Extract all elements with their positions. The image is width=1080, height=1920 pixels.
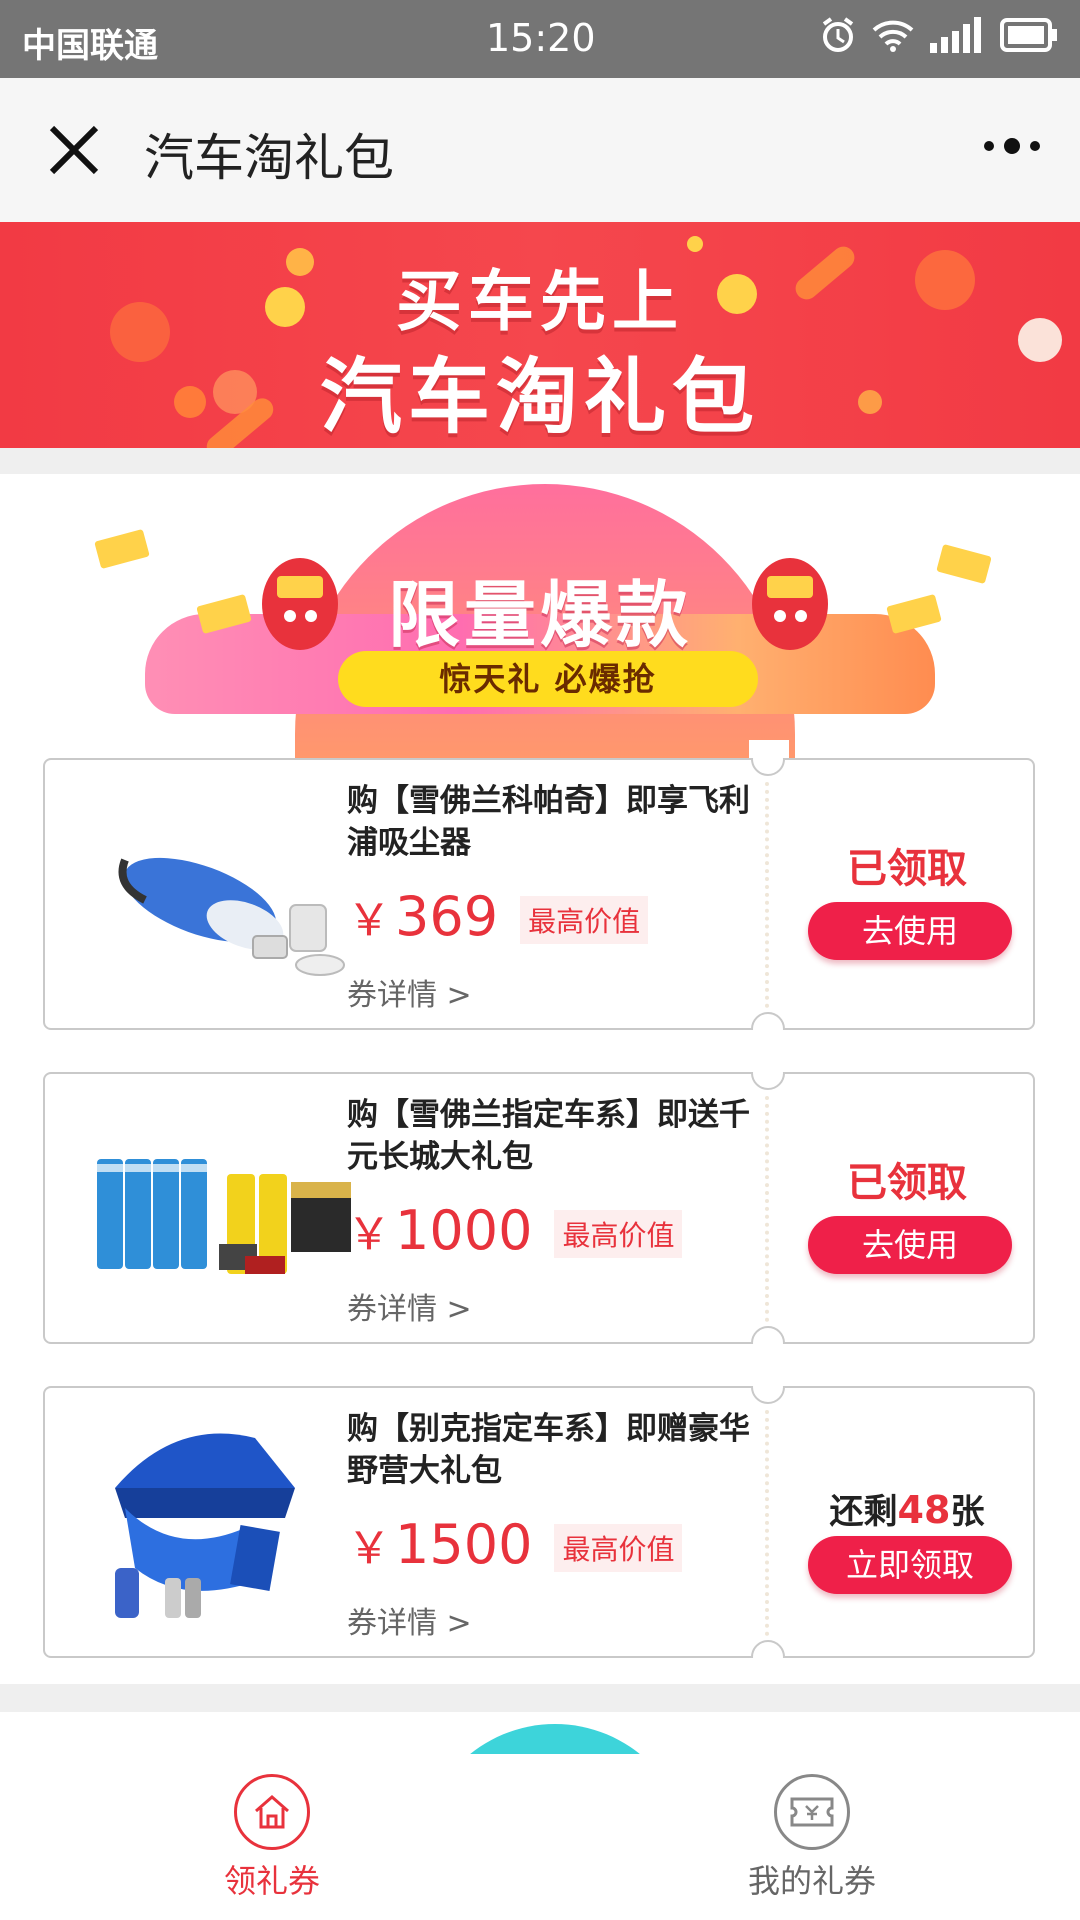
coupon-notch (749, 1012, 789, 1048)
max-value-tag: 最高价值 (554, 1524, 683, 1573)
status-bar: 中国联通 15:20 (0, 0, 1080, 78)
tab-claim-coupons[interactable]: 领礼券 (172, 1774, 372, 1902)
home-icon (234, 1774, 310, 1850)
coupon-detail-link[interactable]: 券详情 > (347, 1284, 472, 1328)
car-care-kit-image (97, 1159, 351, 1274)
claimed-status: 已领取 (847, 1160, 967, 1206)
price-value: 369 (395, 885, 499, 948)
max-value-tag: 最高价值 (520, 896, 649, 945)
claimed-status: 已领取 (847, 846, 967, 892)
tab-label: 领礼券 (223, 1862, 320, 1900)
money-note-icon (94, 529, 150, 569)
use-coupon-button[interactable]: 去使用 (808, 902, 1012, 960)
coupon-title: 购【雪佛兰科帕奇】即享飞利浦吸尘器 (347, 783, 750, 861)
tab-my-coupons[interactable]: 我的礼券 (712, 1774, 912, 1902)
clock-time: 15:20 (486, 16, 596, 60)
coupon-notch (749, 1368, 789, 1404)
close-icon[interactable] (46, 122, 102, 178)
coupon-title: 购【别克指定车系】即赠豪华野营大礼包 (347, 1411, 750, 1489)
promo-subtitle: 惊天礼 必爆抢 (338, 651, 758, 707)
ticket-icon (774, 1774, 850, 1850)
banner-line-2: 汽车淘礼包 (319, 350, 760, 445)
coupon-divider (765, 782, 769, 1008)
remaining-count: 还剩48张 (797, 1484, 1017, 1533)
currency-symbol: ￥ (347, 895, 391, 946)
max-value-tag: 最高价值 (554, 1210, 683, 1259)
vacuum-cleaner-image (118, 857, 345, 976)
page-title: 汽车淘礼包 (144, 129, 394, 187)
coupon-divider (765, 1410, 769, 1636)
coupon-card[interactable]: 购【别克指定车系】即赠豪华野营大礼包 ￥1500 最高价值 券详情 > 还剩48张… (43, 1368, 1035, 1676)
section-gap (0, 448, 1080, 474)
nav-bar: 汽车淘礼包 (0, 78, 1080, 222)
more-menu-icon[interactable] (984, 138, 1040, 154)
coupon-price: ￥369 最高价值 (347, 884, 649, 948)
money-note-icon (936, 544, 992, 584)
battery-icon (1000, 18, 1057, 52)
wifi-icon (872, 20, 914, 52)
coupon-card[interactable]: 购【雪佛兰指定车系】即送千元长城大礼包 ￥1000 最高价值 券详情 > 已领取 … (43, 1054, 1035, 1362)
coupon-notch (749, 740, 789, 776)
coupon-notch (749, 1326, 789, 1362)
currency-symbol: ￥ (347, 1523, 391, 1574)
price-value: 1500 (395, 1513, 533, 1576)
coupon-section: 限量爆款 惊天礼 必爆抢 购【雪佛兰科帕奇】即享飞利浦吸尘器 ￥369 最高价值 … (0, 474, 1080, 1684)
alarm-icon (822, 17, 854, 52)
coupon-price: ￥1500 最高价值 (347, 1512, 683, 1576)
remaining-number: 48 (897, 1488, 951, 1532)
coupon-card[interactable]: 购【雪佛兰科帕奇】即享飞利浦吸尘器 ￥369 最高价值 券详情 > 已领取 去使用 (43, 740, 1035, 1048)
bottom-tab-bar: 领礼券 我的礼券 (0, 1712, 1080, 1920)
price-value: 1000 (395, 1199, 533, 1262)
status-icons (820, 16, 1058, 54)
coupon-price: ￥1000 最高价值 (347, 1198, 683, 1262)
use-coupon-button[interactable]: 去使用 (808, 1216, 1012, 1274)
coupon-divider (765, 1096, 769, 1322)
signal-icon (930, 17, 981, 53)
coupon-notch (749, 1054, 789, 1090)
camping-tent-image (115, 1433, 295, 1618)
section-gap (0, 1684, 1080, 1712)
promo-header: 限量爆款 惊天礼 必爆抢 (94, 484, 992, 794)
coupon-title: 购【雪佛兰指定车系】即送千元长城大礼包 (347, 1097, 750, 1175)
promo-title: 限量爆款 (387, 573, 692, 657)
remaining-suffix: 张 (950, 1492, 985, 1532)
remaining-prefix: 还剩 (829, 1492, 898, 1532)
coupon-detail-link[interactable]: 券详情 > (347, 970, 472, 1014)
currency-symbol: ￥ (347, 1209, 391, 1260)
tab-label: 我的礼券 (747, 1862, 876, 1900)
coupon-notch (749, 1640, 789, 1676)
hero-banner[interactable]: 买车先上 汽车淘礼包 (0, 222, 1080, 448)
claim-now-button[interactable]: 立即领取 (808, 1536, 1012, 1594)
carrier-name: 中国联通 (22, 26, 158, 66)
coupon-detail-link[interactable]: 券详情 > (347, 1598, 472, 1642)
